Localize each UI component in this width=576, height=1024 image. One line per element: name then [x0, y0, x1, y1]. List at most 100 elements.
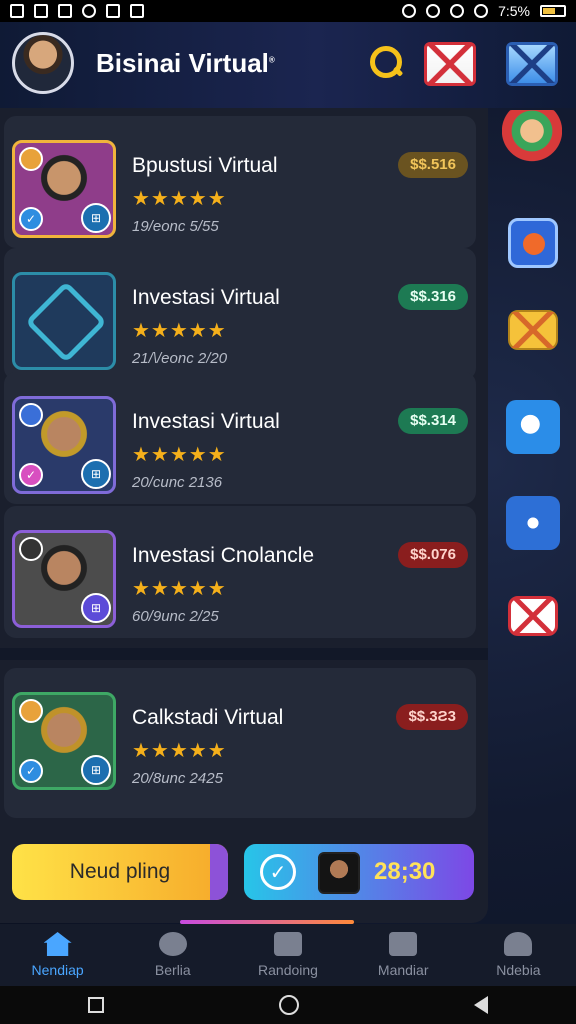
item-thumbnail: ✓ ⊞ [12, 692, 116, 790]
calendar-icon [389, 932, 418, 956]
mail-icon[interactable] [508, 310, 558, 350]
rating-stars: ★★★★★ [132, 320, 227, 342]
app-icon [106, 4, 120, 18]
tab-label: Ndebia [496, 962, 541, 978]
price-badge: $$.3Ƨ3 [396, 704, 468, 730]
no-sim-icon [58, 4, 72, 18]
check-icon: ✓ [260, 854, 296, 890]
rating-stars: ★★★★★ [132, 578, 227, 600]
box-icon [274, 932, 302, 956]
timer-button[interactable]: ✓ 28;30 [244, 844, 474, 900]
primary-action-label: Neud pling [69, 860, 171, 883]
check-badge-icon: ✓ [19, 759, 43, 783]
item-meta: 60/9unc 2/25 [132, 608, 219, 625]
status-bar: 7:5% [0, 0, 576, 22]
bottom-nav: Nendiap Berlia Randoing Mandiar Ndebia [0, 924, 576, 986]
page-title-text: Bisinai Virtual [96, 48, 269, 78]
back-button[interactable] [474, 996, 489, 1014]
mascot-icon[interactable] [502, 110, 562, 180]
search-badge-icon [19, 537, 43, 561]
shield-app-icon[interactable] [508, 218, 558, 268]
mail-button[interactable] [424, 42, 476, 86]
rating-stars: ★★★★★ [132, 444, 227, 466]
tab-label: Nendiap [31, 962, 84, 978]
item-meta: 21/\/eonc 2/20 [132, 350, 228, 367]
coin-icon [19, 699, 43, 723]
envelope-icon [509, 45, 555, 83]
item-meta: 20/8unc 2425 [132, 770, 223, 787]
notification-icon [10, 4, 24, 18]
price-badge: $$.314 [398, 408, 468, 434]
section-divider [0, 648, 488, 660]
tab-label: Berlia [154, 962, 191, 978]
mail-icon [427, 45, 473, 83]
item-title: Bpustusi Virtual [132, 154, 278, 177]
check-badge-icon: ✓ [19, 207, 43, 231]
list-item[interactable]: ✓ ⊞ Investasi Virtual ★★★★★ 20/cunc 2136… [4, 372, 476, 504]
sync-icon [82, 4, 96, 18]
price-badge: $$.316 [398, 284, 468, 310]
app-header: Bisinai Virtual® [0, 22, 576, 108]
message-button[interactable] [506, 42, 558, 86]
item-thumbnail: ⊞ [12, 530, 116, 628]
registered-mark: ® [268, 55, 275, 65]
item-thumbnail: ✓ ⊞ [12, 140, 116, 238]
home-button[interactable] [278, 995, 299, 1015]
search-button[interactable] [366, 42, 406, 82]
status-icons-right: 7:5% [402, 3, 566, 19]
game-icon[interactable] [506, 496, 560, 550]
alarm-icon [450, 4, 465, 18]
gear-icon [158, 932, 187, 956]
tab-box[interactable]: Randoing [230, 924, 345, 986]
investment-list: ✓ ⊞ Bpustusi Virtual ★★★★★ 19/eonc 5/55 … [0, 108, 488, 923]
item-title: Investasi Virtual [132, 410, 280, 433]
recents-button[interactable] [87, 997, 104, 1013]
item-title: Investasi Cnolancle [132, 544, 315, 567]
list-item[interactable]: Investasi Virtual ★★★★★ 21/\/eonc 2/20 $… [4, 248, 476, 380]
person-icon [504, 932, 533, 956]
item-meta: 19/eonc 5/55 [132, 218, 219, 235]
arrow-icon [19, 403, 43, 427]
item-meta: 20/cunc 2136 [132, 474, 223, 491]
status-icons-left [10, 4, 144, 18]
list-item[interactable]: ✓ ⊞ Bpustusi Virtual ★★★★★ 19/eonc 5/55 … [4, 116, 476, 248]
battery-icon [540, 5, 566, 17]
tab-calendar[interactable]: Mandiar [346, 924, 461, 986]
price-badge: $$.076 [398, 542, 468, 568]
list-item[interactable]: ⊞ Investasi Cnolancle ★★★★★ 60/9unc 2/25… [4, 506, 476, 638]
wifi-icon [474, 4, 489, 18]
item-title: Calkstadi Virtual [132, 706, 284, 729]
home-icon [43, 932, 72, 956]
page-title: Bisinai Virtual® [96, 48, 275, 79]
button-edge [210, 844, 228, 900]
dlc-badge-icon: ⊞ [81, 755, 111, 785]
dlc-badge-icon: ⊞ [81, 203, 111, 233]
app-icon-2 [130, 4, 144, 18]
primary-action-button[interactable]: Neud pling [12, 844, 228, 900]
nfc-icon [426, 4, 441, 18]
tab-settings[interactable]: Berlia [115, 924, 230, 986]
battery-text: 7:5% [498, 3, 530, 19]
list-item[interactable]: ✓ ⊞ Calkstadi Virtual ★★★★★ 20/8unc 2425… [4, 668, 476, 818]
screenshot-icon [34, 4, 48, 18]
system-nav-bar [0, 986, 576, 1024]
coin-icon [19, 147, 43, 171]
price-badge: $$.516 [398, 152, 468, 178]
check-badge-icon: ✓ [19, 463, 43, 487]
tab-profile[interactable]: Ndebia [461, 924, 576, 986]
rating-stars: ★★★★★ [132, 740, 227, 762]
tab-label: Mandiar [377, 962, 429, 978]
timer-text: 28;30 [374, 858, 436, 885]
item-thumbnail [12, 272, 116, 370]
dlc-badge-icon: ⊞ [81, 593, 111, 623]
avatar [318, 852, 360, 894]
bird-icon[interactable] [506, 400, 560, 454]
shield-icon [24, 280, 108, 364]
tab-home[interactable]: Nendiap [0, 924, 115, 986]
dlc-badge-icon: ⊞ [81, 459, 111, 489]
rating-stars: ★★★★★ [132, 188, 227, 210]
avatar[interactable] [12, 32, 74, 94]
mail-icon[interactable] [508, 596, 558, 636]
tab-label: Randoing [258, 962, 318, 978]
item-thumbnail: ✓ ⊞ [12, 396, 116, 494]
